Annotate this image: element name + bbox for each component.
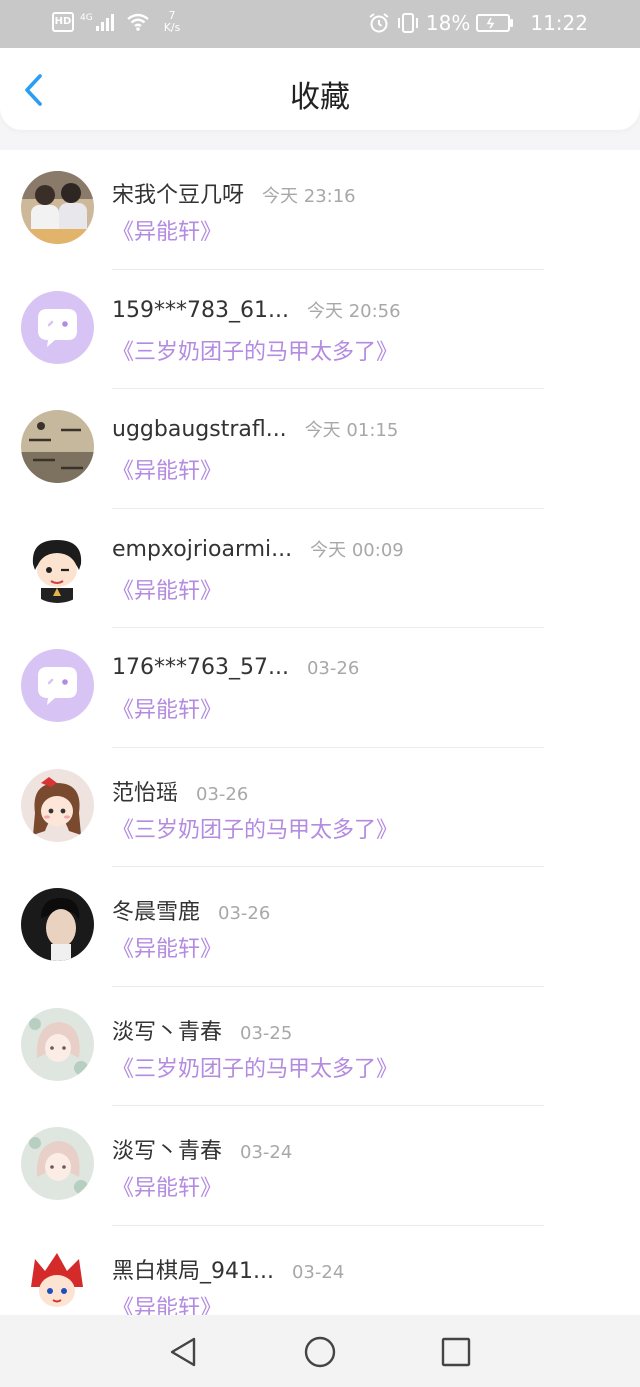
list-item[interactable]: 176***763_57... 03-26 《异能轩》: [0, 628, 640, 748]
book-title[interactable]: 《异能轩》: [112, 453, 222, 485]
nav-recents-button[interactable]: [439, 1335, 473, 1369]
book-title[interactable]: 《异能轩》: [112, 573, 222, 605]
hd-icon: HD: [52, 12, 74, 32]
vibrate-icon: [397, 13, 418, 33]
list-item[interactable]: uggbaugstrafl... 今天 01:15 《异能轩》: [0, 389, 640, 509]
list-item[interactable]: 淡写丶青春 03-25 《三岁奶团子的马甲太多了》: [0, 987, 640, 1107]
circle-home-icon: [304, 1336, 336, 1368]
avatar[interactable]: [21, 290, 94, 364]
list-item[interactable]: 宋我个豆几呀 今天 23:16 《异能轩》: [0, 150, 640, 270]
list-item[interactable]: empxojrioarmi... 今天 00:09 《异能轩》: [0, 509, 640, 629]
list-item[interactable]: 范怡瑶 03-26 《三岁奶团子的马甲太多了》: [0, 748, 640, 868]
triangle-back-icon: [170, 1337, 196, 1367]
user-name: 淡写丶青春: [112, 1019, 223, 1045]
wifi-icon: [126, 13, 149, 31]
user-name: 范怡瑶: [112, 780, 179, 806]
user-name: empxojrioarmi...: [112, 536, 293, 562]
timestamp: 03-25: [240, 1022, 293, 1044]
square-recents-icon: [441, 1337, 471, 1367]
timestamp: 今天 23:16: [262, 186, 356, 207]
list-item[interactable]: 淡写丶青春 03-24 《异能轩》: [0, 1106, 640, 1226]
status-bar: HD 4G 7 K/s 18% 11:22: [0, 0, 640, 48]
user-name: 宋我个豆几呀: [112, 183, 245, 208]
user-name: 冬晨雪鹿: [112, 900, 201, 925]
book-title[interactable]: 《异能轩》: [112, 931, 222, 963]
avatar[interactable]: [21, 768, 94, 842]
book-title[interactable]: 《异能轩》: [112, 214, 222, 246]
app-header: 收藏: [0, 48, 640, 130]
timestamp: 今天 01:15: [304, 420, 399, 441]
clock: 11:22: [530, 11, 588, 35]
timestamp: 03-26: [306, 658, 360, 679]
status-left: HD 4G 7 K/s: [52, 10, 180, 34]
book-title[interactable]: 《异能轩》: [112, 1290, 222, 1316]
timestamp: 03-26: [196, 783, 249, 805]
user-name: 176***763_57...: [112, 655, 289, 680]
speed-unit: K/s: [163, 21, 181, 34]
book-title[interactable]: 《异能轩》: [112, 692, 222, 724]
timestamp: 今天 00:09: [310, 539, 404, 561]
nav-back-button[interactable]: [166, 1335, 200, 1369]
avatar[interactable]: [21, 529, 94, 603]
list-item[interactable]: 159***783_61... 今天 20:56 《三岁奶团子的马甲太多了》: [0, 270, 640, 390]
list-item[interactable]: 黑白棋局_941... 03-24 《异能轩》: [0, 1226, 640, 1316]
book-title[interactable]: 《三岁奶团子的马甲太多了》: [112, 1051, 398, 1083]
network-type: 4G: [80, 13, 93, 23]
avatar[interactable]: [21, 888, 94, 961]
system-nav-bar: [0, 1315, 640, 1387]
battery-percent: 18%: [425, 11, 471, 35]
user-name: uggbaugstrafl...: [112, 417, 287, 442]
book-title[interactable]: 《三岁奶团子的马甲太多了》: [112, 812, 398, 844]
default-avatar-icon: [21, 290, 94, 364]
timestamp: 03-24: [291, 1261, 345, 1283]
user-name: 淡写丶青春: [112, 1139, 223, 1164]
battery-icon: [476, 14, 514, 32]
book-title[interactable]: 《三岁奶团子的马甲太多了》: [112, 334, 398, 366]
status-right: 18% 11:22: [368, 11, 588, 35]
timestamp: 03-24: [240, 1142, 293, 1163]
avatar[interactable]: [21, 1007, 94, 1081]
avatar[interactable]: [21, 649, 94, 722]
avatar[interactable]: [21, 1246, 94, 1315]
user-name: 黑白棋局_941...: [112, 1258, 274, 1284]
favorites-list: 宋我个豆几呀 今天 23:16 《异能轩》 159***783_61... 今天…: [0, 150, 640, 1315]
book-title[interactable]: 《异能轩》: [112, 1170, 222, 1202]
nav-home-button[interactable]: [303, 1335, 337, 1369]
network-speed: 7 K/s: [164, 10, 181, 34]
timestamp: 今天 20:56: [306, 300, 401, 322]
avatar[interactable]: [21, 410, 94, 483]
alarm-icon: [369, 13, 389, 33]
page-title: 收藏: [290, 80, 350, 115]
list-item[interactable]: 冬晨雪鹿 03-26 《异能轩》: [0, 867, 640, 987]
timestamp: 03-26: [218, 903, 271, 924]
cellular-signal-icon: 4G: [80, 13, 114, 31]
default-avatar-icon: [21, 649, 94, 722]
avatar[interactable]: [21, 171, 94, 244]
avatar[interactable]: [21, 1127, 94, 1200]
user-name: 159***783_61...: [112, 297, 289, 323]
